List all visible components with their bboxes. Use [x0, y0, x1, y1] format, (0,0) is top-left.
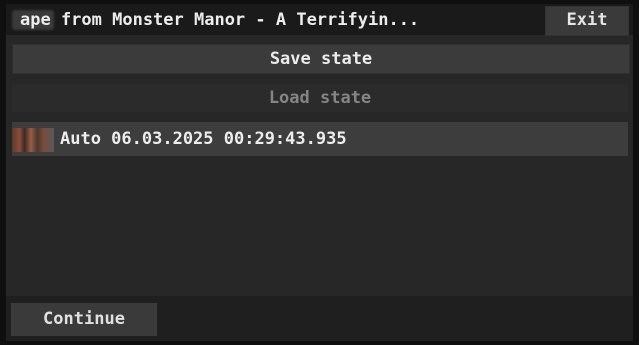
game-title: ape from Monster Manor - A Terrifyin... [20, 10, 420, 30]
title-bar: ape from Monster Manor - A Terrifyin... … [6, 4, 633, 36]
save-slot-row[interactable]: Auto 06.03.2025 00:29:43.935 [12, 122, 628, 156]
save-state-button[interactable]: Save state [12, 44, 630, 74]
save-slot-label: Auto 06.03.2025 00:29:43.935 [60, 129, 347, 149]
save-thumbnail [12, 128, 54, 152]
exit-button[interactable]: Exit [545, 6, 629, 36]
footer-bar: Continue [6, 296, 633, 341]
load-state-button[interactable]: Load state [12, 84, 628, 112]
continue-button[interactable]: Continue [11, 303, 157, 336]
save-state-dialog: ape from Monster Manor - A Terrifyin... … [6, 4, 633, 341]
